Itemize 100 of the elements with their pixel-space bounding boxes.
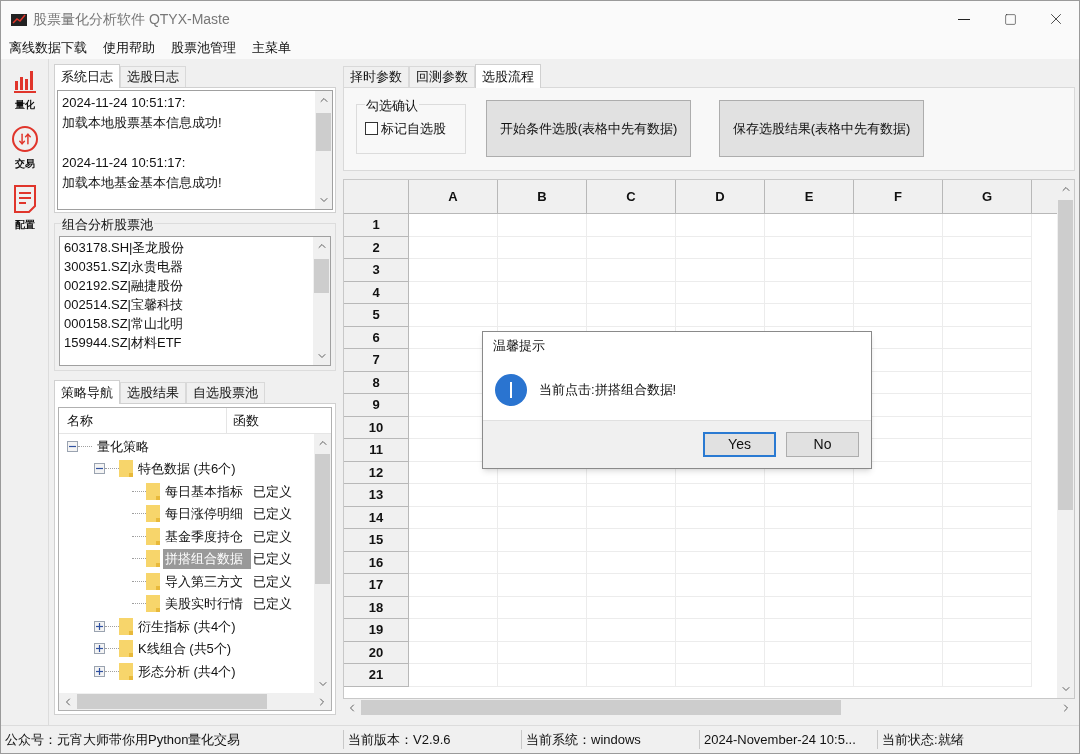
vertical-scrollbar[interactable] (313, 237, 330, 365)
row-header[interactable]: 8 (344, 371, 409, 394)
column-header[interactable]: 函数 (227, 408, 331, 433)
collapse-icon[interactable] (94, 463, 105, 475)
sheet-cell[interactable] (765, 214, 854, 237)
column-header[interactable]: C (587, 180, 676, 214)
tree-item[interactable]: 导入第三方文 (163, 571, 251, 591)
vertical-scrollbar[interactable] (315, 91, 332, 209)
scroll-thumb[interactable] (361, 700, 841, 715)
row-header[interactable]: 19 (344, 619, 409, 642)
expand-icon[interactable] (94, 620, 105, 632)
list-item[interactable]: 159944.SZ|材料ETF (64, 333, 309, 352)
expand-icon[interactable] (94, 643, 105, 655)
column-header[interactable]: G (943, 180, 1032, 214)
row-header[interactable]: 21 (344, 664, 409, 687)
tree-item[interactable]: 形态分析 (共4个) (136, 661, 238, 681)
row-header[interactable]: 20 (344, 641, 409, 664)
checkbox[interactable] (365, 122, 378, 136)
sidebar-item[interactable]: 交易 (11, 126, 38, 171)
tab[interactable]: 回测参数 (409, 66, 475, 87)
tree-item[interactable]: K线组合 (共5个) (136, 639, 234, 659)
tree-item[interactable]: 美股实时行情 (163, 594, 251, 614)
row-header[interactable]: 3 (344, 259, 409, 282)
sheet-cell[interactable] (409, 281, 498, 304)
sidebar-item[interactable]: 配置 (13, 185, 36, 232)
sheet-cell[interactable] (409, 236, 498, 259)
sheet-cell[interactable] (409, 529, 498, 552)
row-header[interactable]: 12 (344, 461, 409, 484)
tab[interactable]: 选股日志 (120, 66, 186, 87)
row-header[interactable]: 14 (344, 506, 409, 529)
sheet-cell[interactable] (854, 214, 943, 237)
vertical-scrollbar[interactable] (314, 434, 331, 693)
column-header[interactable]: E (765, 180, 854, 214)
list-item[interactable]: 002514.SZ|宝馨科技 (64, 295, 309, 314)
row-header[interactable]: 17 (344, 574, 409, 597)
tab[interactable]: 自选股票池 (186, 382, 265, 403)
sheet-cell[interactable] (409, 304, 498, 327)
list-item[interactable]: 000158.SZ|常山北明 (64, 314, 309, 333)
sheet-cell[interactable] (498, 214, 587, 237)
list-item[interactable]: 300351.SZ|永贵电器 (64, 257, 309, 276)
collapse-icon[interactable] (67, 440, 78, 452)
menu-item[interactable]: 股票池管理 (163, 37, 244, 59)
tree-item[interactable]: 衍生指标 (共4个) (136, 616, 238, 636)
row-header[interactable]: 13 (344, 484, 409, 507)
row-header[interactable]: 6 (344, 326, 409, 349)
menu-item[interactable]: 使用帮助 (95, 37, 163, 59)
column-header[interactable]: B (498, 180, 587, 214)
action-button[interactable]: 开始条件选股(表格中先有数据) (486, 100, 691, 157)
column-header[interactable]: 名称 (59, 408, 227, 433)
scroll-thumb[interactable] (314, 259, 329, 293)
scroll-thumb[interactable] (316, 113, 331, 151)
tab[interactable]: 选股结果 (120, 382, 186, 403)
row-header[interactable]: 11 (344, 439, 409, 462)
scroll-thumb[interactable] (315, 454, 330, 584)
action-button[interactable]: 保存选股结果(表格中先有数据) (719, 100, 924, 157)
sheet-cell[interactable] (409, 506, 498, 529)
row-header[interactable]: 1 (344, 214, 409, 237)
menu-item[interactable]: 主菜单 (244, 37, 299, 59)
sheet-cell[interactable] (409, 214, 498, 237)
tab[interactable]: 策略导航 (54, 380, 120, 404)
sheet-cell[interactable] (676, 214, 765, 237)
tree-item[interactable]: 每日基本指标 (163, 481, 251, 501)
sidebar-item[interactable]: 量化 (13, 69, 36, 112)
column-header[interactable]: F (854, 180, 943, 214)
list-item[interactable]: 002192.SZ|融捷股份 (64, 276, 309, 295)
sheet-cell[interactable] (409, 551, 498, 574)
sheet-cell[interactable] (409, 619, 498, 642)
dialog-button[interactable]: No (786, 432, 859, 457)
sheet-cell[interactable] (409, 574, 498, 597)
horizontal-scrollbar[interactable] (59, 693, 331, 710)
column-header[interactable]: A (409, 180, 498, 214)
sheet-cell[interactable] (943, 214, 1032, 237)
vertical-scrollbar[interactable] (1057, 180, 1074, 698)
column-header[interactable]: D (676, 180, 765, 214)
sheet-cell[interactable] (409, 664, 498, 687)
sheet-cell[interactable] (409, 596, 498, 619)
row-header[interactable]: 2 (344, 236, 409, 259)
scroll-thumb[interactable] (1058, 200, 1073, 510)
tree-item[interactable]: 每日涨停明细 (163, 504, 251, 524)
scroll-thumb[interactable] (77, 694, 267, 709)
expand-icon[interactable] (94, 665, 105, 677)
sheet-cell[interactable] (587, 214, 676, 237)
list-item[interactable]: 603178.SH|圣龙股份 (64, 238, 309, 257)
row-header[interactable]: 16 (344, 551, 409, 574)
sheet-cell[interactable] (409, 484, 498, 507)
sheet-cell[interactable] (409, 259, 498, 282)
tab[interactable]: 择时参数 (343, 66, 409, 87)
row-header[interactable]: 7 (344, 349, 409, 372)
tab[interactable]: 选股流程 (475, 64, 541, 88)
dialog-button[interactable]: Yes (703, 432, 776, 457)
row-header[interactable]: 15 (344, 529, 409, 552)
row-header[interactable]: 5 (344, 304, 409, 327)
tree-item[interactable]: 基金季度持仓 (163, 526, 251, 546)
row-header[interactable]: 10 (344, 416, 409, 439)
tree-item[interactable]: 量化策略 (95, 436, 151, 456)
sheet-cell[interactable] (409, 641, 498, 664)
row-header[interactable]: 4 (344, 281, 409, 304)
tree-item[interactable]: 特色数据 (共6个) (136, 459, 238, 479)
row-header[interactable]: 9 (344, 394, 409, 417)
row-header[interactable]: 18 (344, 596, 409, 619)
